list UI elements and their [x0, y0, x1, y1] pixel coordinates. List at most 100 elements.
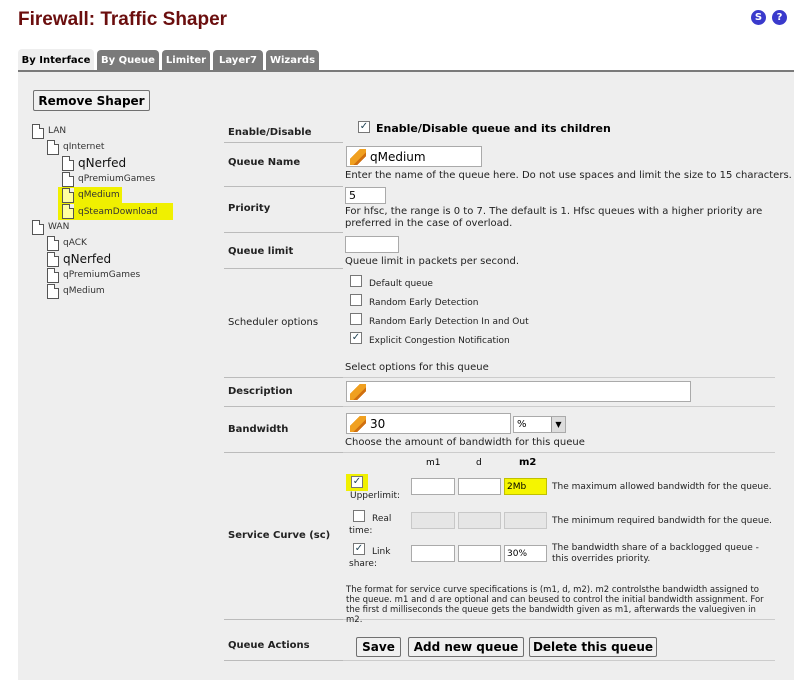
delete-queue-button[interactable]: Delete this queue	[529, 637, 657, 657]
document-icon	[47, 139, 59, 155]
bandwidth-unit-value: %	[517, 419, 527, 430]
linkshare-m1-input[interactable]	[411, 545, 455, 562]
bandwidth-help: Choose the amount of bandwidth for this …	[345, 437, 585, 448]
save-button[interactable]: Save	[356, 637, 401, 657]
row-divider	[224, 406, 343, 407]
realtime-d-input[interactable]	[458, 512, 501, 529]
tree-item-label: qMedium	[63, 286, 105, 296]
add-new-queue-button[interactable]: Add new queue	[408, 637, 524, 657]
upperlimit-label: Upperlimit:	[350, 491, 401, 501]
document-icon	[32, 219, 44, 235]
linkshare-m2-input[interactable]: 30%	[504, 545, 547, 562]
tab-layer7[interactable]: Layer7	[213, 50, 263, 70]
default-queue-checkbox[interactable]	[350, 275, 362, 287]
sc-col-d: d	[476, 458, 482, 468]
priority-input[interactable]: 5	[345, 187, 386, 204]
tree-item-qack[interactable]: qACK	[47, 235, 87, 251]
bandwidth-unit-select[interactable]: % ▼	[513, 416, 566, 433]
red-in-out-label: Random Early Detection In and Out	[369, 317, 529, 327]
realtime-label-2: time:	[349, 526, 373, 536]
tree-item-label: qSteamDownload	[78, 206, 158, 217]
tree-item-label: LAN	[48, 126, 67, 136]
tree-item-wan[interactable]: WAN	[32, 219, 69, 235]
document-icon	[62, 204, 74, 219]
tree-item-lan[interactable]: LAN	[32, 123, 66, 139]
document-icon	[47, 283, 59, 299]
document-icon	[62, 187, 74, 203]
chevron-down-icon: ▼	[551, 417, 565, 432]
tree-item-label: qInternet	[63, 142, 105, 152]
status-icon[interactable]: S	[751, 10, 766, 25]
help-icon[interactable]: ?	[772, 10, 787, 25]
tree-item-label: qACK	[63, 238, 87, 248]
row-divider	[343, 377, 775, 378]
enable-queue-checkbox[interactable]: ✓	[358, 121, 370, 133]
red-label: Random Early Detection	[369, 298, 479, 308]
row-divider	[224, 268, 343, 269]
row-divider	[224, 232, 343, 233]
realtime-m1-input[interactable]	[411, 512, 455, 529]
tree-item-label: qMedium	[78, 190, 120, 200]
service-curve-footnote: The format for service curve specificati…	[346, 585, 764, 625]
realtime-checkbox[interactable]	[353, 510, 365, 522]
row-divider	[343, 452, 775, 453]
tree-item-qsteamdownload[interactable]: qSteamDownload	[58, 203, 173, 220]
pencil-icon	[350, 383, 366, 400]
queue-name-input[interactable]: qMedium	[346, 146, 482, 167]
queue-limit-input[interactable]	[345, 236, 399, 253]
linkshare-d-input[interactable]	[458, 545, 501, 562]
pencil-icon	[350, 415, 366, 432]
tree-item-wan-qpremiumgames[interactable]: qPremiumGames	[47, 267, 140, 283]
tree-item-qpremiumgames[interactable]: qPremiumGames	[62, 171, 155, 187]
realtime-m2-input[interactable]	[504, 512, 547, 529]
linkshare-label-1: Link	[372, 547, 391, 557]
tree-item-label: WAN	[48, 222, 70, 232]
default-queue-label: Default queue	[369, 279, 433, 289]
red-in-out-checkbox[interactable]	[350, 313, 362, 325]
tab-wizards[interactable]: Wizards	[266, 50, 319, 70]
description-label: Description	[228, 386, 293, 397]
ecn-checkbox[interactable]: ✓	[350, 332, 362, 344]
queue-limit-help: Queue limit in packets per second.	[345, 256, 520, 267]
sc-col-m2: m2	[519, 457, 537, 468]
upperlimit-m2-input[interactable]: 2Mb	[504, 478, 547, 495]
tab-by-interface[interactable]: By Interface	[18, 49, 94, 71]
tree-item-qinternet[interactable]: qInternet	[47, 139, 104, 155]
ecn-label: Explicit Congestion Notification	[369, 336, 510, 346]
upperlimit-d-input[interactable]	[458, 478, 501, 495]
enable-queue-checkbox-label: Enable/Disable queue and its children	[376, 122, 611, 135]
document-icon	[47, 251, 59, 267]
remove-shaper-button[interactable]: Remove Shaper	[33, 90, 150, 111]
row-divider	[224, 142, 343, 143]
linkshare-label-2: share:	[349, 559, 377, 569]
bandwidth-input[interactable]: 30	[346, 413, 511, 434]
service-curve-label: Service Curve (sc)	[228, 530, 331, 541]
tree-item-wan-qmedium[interactable]: qMedium	[47, 283, 105, 299]
tree-item-qnerfed[interactable]: qNerfed	[62, 155, 126, 171]
scheduler-help: Select options for this queue	[345, 362, 489, 373]
page-title: Firewall: Traffic Shaper	[18, 9, 228, 30]
row-divider	[343, 660, 775, 661]
tree-item-label: qNerfed	[78, 156, 127, 170]
tab-limiter[interactable]: Limiter	[162, 50, 210, 70]
document-icon	[47, 267, 59, 283]
bandwidth-value: 30	[370, 416, 386, 431]
linkshare-desc: The bandwidth share of a backlogged queu…	[552, 543, 759, 564]
tree-item-qmedium[interactable]: qMedium	[58, 187, 122, 203]
queue-actions-label: Queue Actions	[228, 640, 310, 651]
realtime-label-1: Real	[372, 514, 392, 524]
row-divider	[224, 377, 343, 378]
upperlimit-m1-input[interactable]	[411, 478, 455, 495]
tree-item-wan-qnerfed[interactable]: qNerfed	[47, 251, 111, 267]
tree-item-label: qPremiumGames	[78, 174, 156, 184]
tab-by-queue[interactable]: By Queue	[97, 50, 159, 70]
queue-name-value: qMedium	[370, 149, 426, 164]
red-checkbox[interactable]	[350, 294, 362, 306]
document-icon	[62, 171, 74, 187]
pencil-icon	[350, 148, 366, 165]
upperlimit-checkbox[interactable]: ✓	[351, 476, 363, 488]
enable-disable-label: Enable/Disable	[228, 127, 312, 138]
document-icon	[47, 235, 59, 251]
description-input[interactable]	[346, 381, 691, 402]
linkshare-checkbox[interactable]: ✓	[353, 543, 365, 555]
